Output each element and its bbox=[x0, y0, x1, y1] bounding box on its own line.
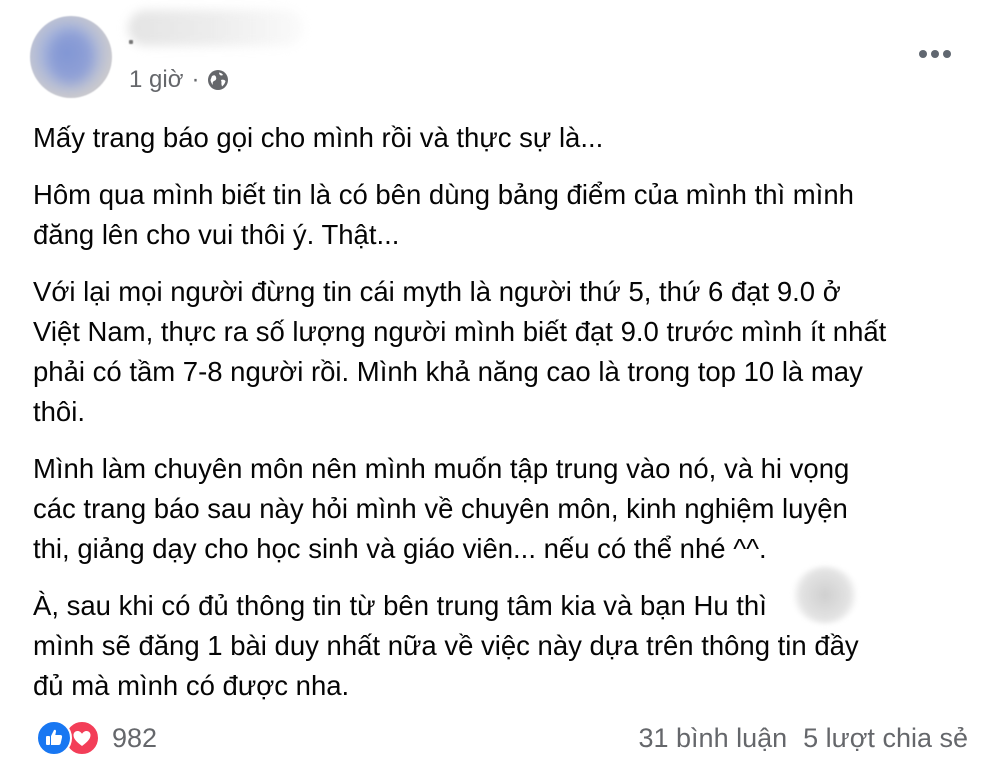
meta-separator: · bbox=[191, 66, 200, 93]
mentioned-name-blurred bbox=[792, 566, 858, 624]
post-paragraph-2: Hôm qua mình biết tin là có bên dùng bản… bbox=[33, 179, 854, 250]
reactions-summary[interactable]: 982 bbox=[36, 718, 157, 758]
reaction-count: 982 bbox=[112, 722, 158, 753]
post-paragraph-4: Mình làm chuyên môn nên mình muốn tập tr… bbox=[33, 453, 850, 564]
shares-count-link[interactable]: 5 lượt chia sẻ bbox=[803, 723, 968, 754]
author-name-blurred[interactable] bbox=[128, 10, 304, 46]
post-meta: 1 giờ · bbox=[129, 64, 229, 96]
comments-count-link[interactable]: 31 bình luận bbox=[639, 723, 788, 754]
dot bbox=[919, 50, 927, 58]
author-name-fragment bbox=[129, 40, 133, 44]
more-options-icon[interactable] bbox=[912, 36, 958, 72]
globe-icon[interactable] bbox=[207, 69, 229, 91]
post-paragraph-3: Với lại mọi người đừng tin cái myth là n… bbox=[33, 276, 887, 427]
post-time[interactable]: 1 giờ bbox=[129, 66, 183, 94]
dot bbox=[943, 50, 951, 58]
like-icon bbox=[36, 720, 72, 756]
facebook-post: 1 giờ · Mấy trang báo gọi cho mình rồi v… bbox=[0, 0, 1000, 778]
dot bbox=[931, 50, 939, 58]
post-text: Mấy trang báo gọi cho mình rồi và thực s… bbox=[33, 118, 973, 723]
avatar[interactable] bbox=[30, 16, 112, 98]
engagement-counts: 31 bình luận 5 lượt chia sẻ bbox=[639, 718, 969, 758]
post-paragraph-1: Mấy trang báo gọi cho mình rồi và thực s… bbox=[33, 122, 604, 153]
